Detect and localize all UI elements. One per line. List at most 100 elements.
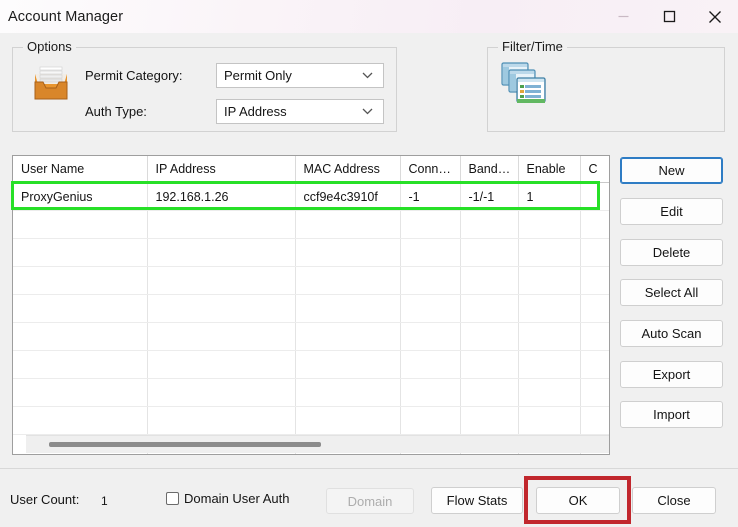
cell-empty (580, 266, 609, 295)
cell-empty (518, 210, 581, 239)
stacked-windows-icon (500, 60, 550, 108)
column-header-user-name[interactable]: User Name (13, 156, 148, 183)
account-manager-window: Account Manager Options Permit Category:… (0, 0, 738, 527)
cell-empty (147, 238, 296, 267)
cell-empty (460, 294, 519, 323)
cell-empty (400, 406, 461, 435)
cell-empty (580, 294, 609, 323)
domain-user-auth-checkbox[interactable]: Domain User Auth (166, 491, 290, 506)
table-row[interactable] (13, 406, 609, 435)
cell-empty (518, 322, 581, 351)
table-row[interactable] (13, 266, 609, 295)
table-row[interactable] (13, 294, 609, 323)
domain-user-auth-label: Domain User Auth (184, 491, 290, 506)
bottom-separator (0, 468, 738, 469)
cell-empty (400, 238, 461, 267)
cell-empty (147, 378, 296, 407)
horizontal-scrollbar[interactable] (26, 435, 609, 453)
column-header-conn[interactable]: Conn… (400, 156, 461, 183)
column-header-band[interactable]: Band… (460, 156, 519, 183)
user-count-value: 1 (101, 494, 108, 508)
horizontal-scrollbar-thumb[interactable] (49, 442, 321, 447)
import-button[interactable]: Import (620, 401, 723, 428)
cell-empty (147, 322, 296, 351)
accounts-table-grid: User Name IP Address MAC Address Conn… B… (13, 156, 609, 454)
column-header-c[interactable]: C (580, 156, 609, 183)
select-all-button[interactable]: Select All (620, 279, 723, 306)
cell-user-name: ProxyGenius (13, 182, 148, 211)
cell-empty (518, 378, 581, 407)
column-header-enable[interactable]: Enable (518, 156, 581, 183)
ok-button[interactable]: OK (536, 487, 620, 514)
cell-empty (147, 210, 296, 239)
close-icon[interactable] (692, 0, 738, 33)
cell-c (580, 182, 609, 211)
cell-empty (518, 294, 581, 323)
permit-category-value: Permit Only (224, 68, 292, 83)
new-button[interactable]: New (620, 157, 723, 184)
cell-empty (295, 322, 401, 351)
table-row[interactable] (13, 238, 609, 267)
cell-empty (295, 294, 401, 323)
inbox-tray-icon (27, 62, 75, 106)
cell-conn: -1 (400, 182, 461, 211)
cell-empty (460, 238, 519, 267)
close-button[interactable]: Close (632, 487, 716, 514)
maximize-icon[interactable] (646, 0, 692, 33)
cell-empty (580, 406, 609, 435)
cell-empty (13, 210, 148, 239)
edit-button[interactable]: Edit (620, 198, 723, 225)
permit-category-select[interactable]: Permit Only (216, 63, 384, 88)
cell-empty (400, 378, 461, 407)
auth-type-value: IP Address (224, 104, 287, 119)
cell-empty (13, 322, 148, 351)
cell-empty (580, 322, 609, 351)
cell-empty (460, 350, 519, 379)
accounts-table[interactable]: User Name IP Address MAC Address Conn… B… (12, 155, 610, 455)
cell-empty (580, 350, 609, 379)
filter-time-group: Filter/Time Web Filter Time Sched (487, 39, 725, 132)
column-header-ip-address[interactable]: IP Address (147, 156, 296, 183)
cell-empty (295, 238, 401, 267)
cell-empty (518, 238, 581, 267)
cell-empty (295, 210, 401, 239)
cell-empty (460, 406, 519, 435)
filter-time-group-legend: Filter/Time (498, 39, 567, 54)
cell-ip-address: 192.168.1.26 (147, 182, 296, 211)
delete-button[interactable]: Delete (620, 239, 723, 266)
export-button[interactable]: Export (620, 361, 723, 388)
cell-empty (147, 266, 296, 295)
cell-empty (147, 406, 296, 435)
cell-empty (13, 238, 148, 267)
cell-empty (400, 322, 461, 351)
cell-empty (580, 210, 609, 239)
domain-button: Domain (326, 488, 414, 514)
cell-empty (518, 406, 581, 435)
cell-band: -1/-1 (460, 182, 519, 211)
auto-scan-button[interactable]: Auto Scan (620, 320, 723, 347)
table-row[interactable] (13, 378, 609, 407)
table-row[interactable] (13, 350, 609, 379)
cell-empty (400, 210, 461, 239)
cell-empty (460, 266, 519, 295)
cell-empty (13, 378, 148, 407)
auth-type-select[interactable]: IP Address (216, 99, 384, 124)
auth-type-label: Auth Type: (85, 104, 147, 119)
table-row[interactable] (13, 322, 609, 351)
chevron-down-icon (359, 68, 375, 84)
cell-empty (400, 350, 461, 379)
table-row[interactable] (13, 210, 609, 239)
cell-empty (460, 322, 519, 351)
options-group-legend: Options (23, 39, 76, 54)
table-row[interactable]: ProxyGenius 192.168.1.26 ccf9e4c3910f -1… (13, 182, 609, 211)
column-header-mac-address[interactable]: MAC Address (295, 156, 401, 183)
window-title: Account Manager (8, 8, 124, 25)
checkbox-box-icon[interactable] (166, 492, 179, 505)
cell-empty (295, 350, 401, 379)
minimize-icon[interactable] (600, 0, 646, 33)
flow-stats-button[interactable]: Flow Stats (431, 487, 523, 514)
title-bar: Account Manager (0, 0, 738, 33)
cell-empty (13, 350, 148, 379)
cell-empty (147, 350, 296, 379)
cell-empty (460, 210, 519, 239)
